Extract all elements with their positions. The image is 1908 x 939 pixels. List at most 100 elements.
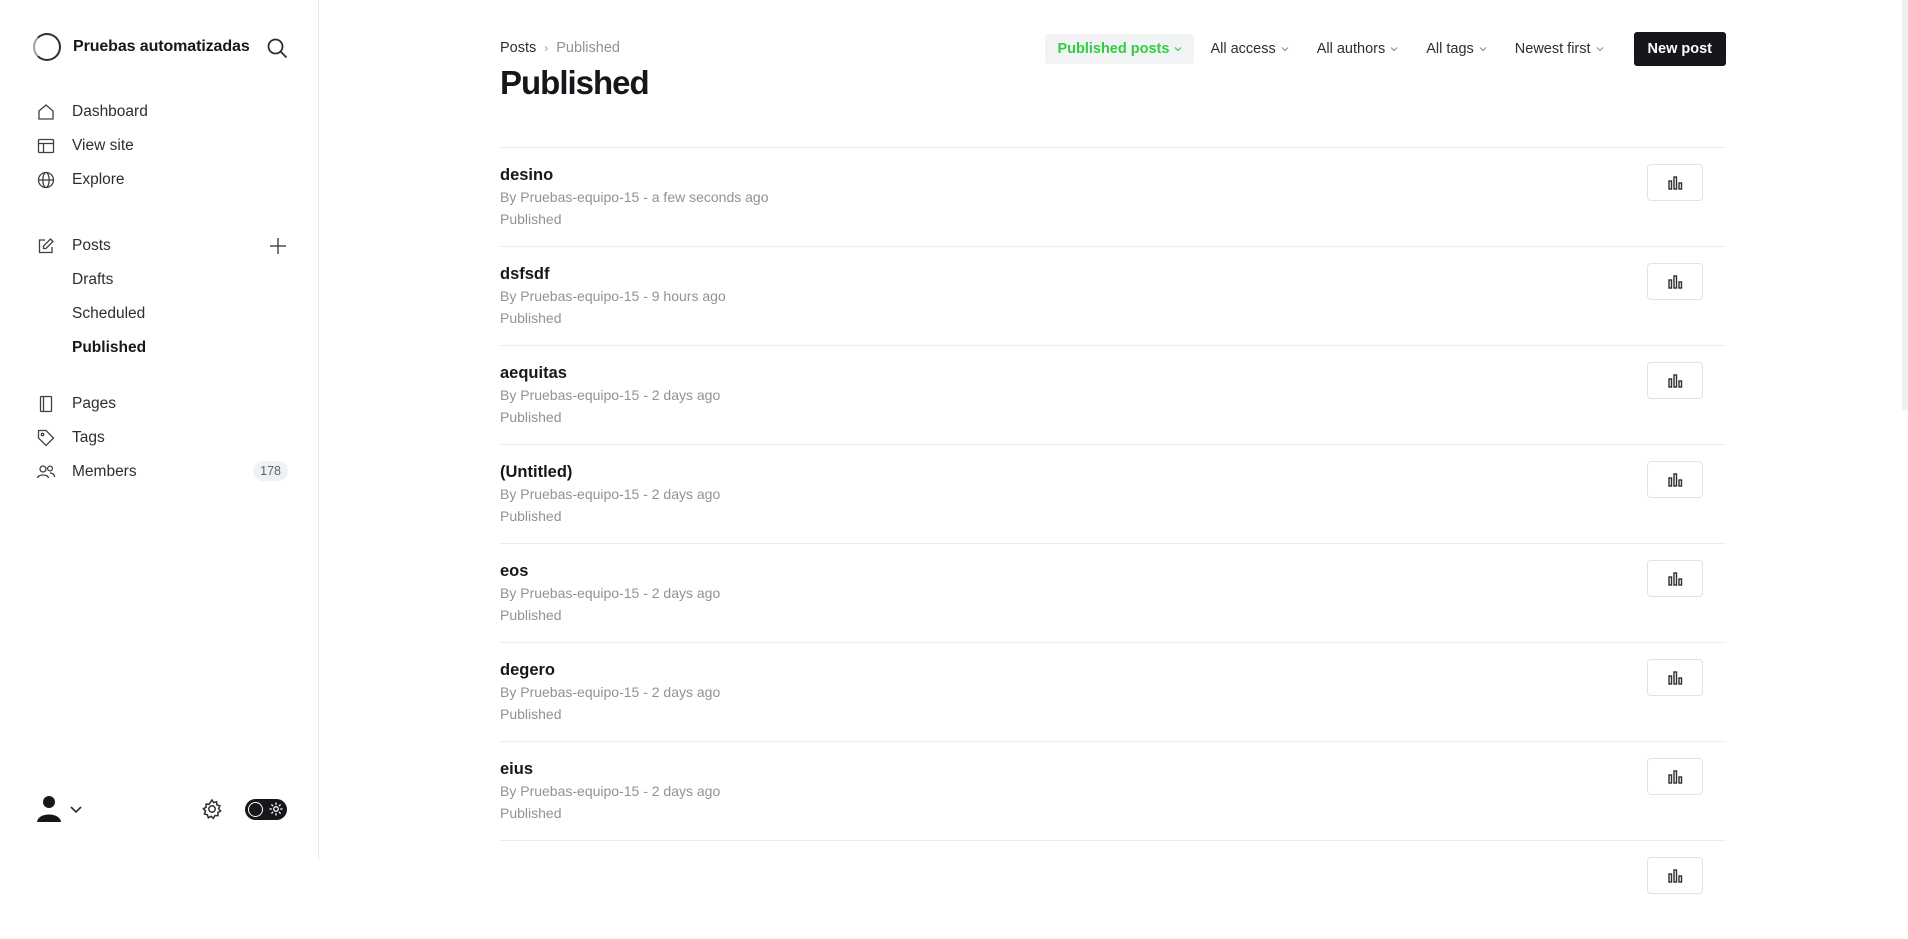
toggle-knob bbox=[248, 802, 263, 817]
bar-chart-icon bbox=[1668, 868, 1683, 883]
post-row[interactable]: eos By Pruebas-equipo-15 - 2 days ago Pu… bbox=[500, 543, 1726, 642]
sidebar-item-label: Drafts bbox=[72, 271, 114, 288]
plus-icon[interactable] bbox=[268, 236, 288, 256]
sidebar-item-label: Published bbox=[72, 339, 147, 356]
post-status: Published bbox=[500, 508, 562, 524]
chevron-down-icon bbox=[1175, 47, 1182, 52]
page-icon bbox=[39, 395, 53, 413]
analytics-button[interactable] bbox=[1647, 164, 1703, 201]
bar-chart-icon bbox=[1668, 175, 1683, 190]
site-name: Pruebas automatizadas bbox=[73, 38, 250, 55]
post-row[interactable]: eius By Pruebas-equipo-15 - 2 days ago P… bbox=[500, 741, 1726, 840]
sidebar-item-view-site[interactable]: View site bbox=[36, 129, 288, 163]
sidebar-item-label: Members bbox=[72, 463, 137, 480]
post-title[interactable]: aequitas bbox=[500, 364, 567, 383]
analytics-button[interactable] bbox=[1647, 263, 1703, 300]
post-status: Published bbox=[500, 706, 562, 722]
edit-icon bbox=[38, 238, 54, 254]
filter-access[interactable]: All access bbox=[1198, 34, 1300, 64]
bar-chart-icon bbox=[1668, 670, 1683, 685]
chevron-down-icon bbox=[1479, 47, 1487, 52]
post-row[interactable]: dsfsdf By Pruebas-equipo-15 - 9 hours ag… bbox=[500, 246, 1726, 345]
home-icon bbox=[38, 104, 54, 120]
filter-bar: Published posts All access All authors A… bbox=[1045, 32, 1726, 66]
globe-icon bbox=[37, 171, 55, 189]
user-icon bbox=[37, 796, 61, 822]
breadcrumb: Posts › Published bbox=[500, 40, 620, 56]
analytics-button[interactable] bbox=[1647, 857, 1703, 894]
sidebar-item-members[interactable]: Members 178 bbox=[36, 455, 288, 489]
sidebar-item-posts[interactable]: Posts bbox=[36, 229, 288, 263]
post-title[interactable]: eos bbox=[500, 562, 528, 581]
post-row[interactable]: degero By Pruebas-equipo-15 - 2 days ago… bbox=[500, 642, 1726, 741]
avatar[interactable] bbox=[33, 793, 65, 825]
bar-chart-icon bbox=[1668, 472, 1683, 487]
brand[interactable]: Pruebas automatizadas bbox=[33, 33, 250, 61]
post-title[interactable]: degero bbox=[500, 661, 555, 680]
filter-tags[interactable]: All tags bbox=[1414, 34, 1499, 64]
sidebar-item-pages[interactable]: Pages bbox=[36, 387, 288, 421]
bar-chart-icon bbox=[1668, 571, 1683, 586]
post-list: desino By Pruebas-equipo-15 - a few seco… bbox=[500, 147, 1726, 939]
theme-toggle[interactable] bbox=[245, 799, 287, 820]
post-title[interactable]: (Untitled) bbox=[500, 463, 572, 482]
tag-icon bbox=[37, 429, 55, 447]
post-meta: By Pruebas-equipo-15 - 2 days ago bbox=[500, 585, 721, 601]
sidebar-item-explore[interactable]: Explore bbox=[36, 163, 288, 197]
sidebar-footer bbox=[33, 792, 287, 826]
primary-nav: Dashboard View site Explore bbox=[36, 95, 288, 197]
post-status: Published bbox=[500, 607, 562, 623]
sidebar-item-drafts[interactable]: Drafts bbox=[36, 263, 288, 297]
bar-chart-icon bbox=[1668, 373, 1683, 388]
post-status: Published bbox=[500, 409, 562, 425]
post-title[interactable]: eius bbox=[500, 760, 533, 779]
bar-chart-icon bbox=[1668, 769, 1683, 784]
post-row[interactable] bbox=[500, 840, 1726, 939]
layout-icon bbox=[37, 138, 55, 154]
breadcrumb-posts-link[interactable]: Posts bbox=[500, 40, 536, 56]
chevron-down-icon bbox=[1390, 47, 1398, 52]
page-title: Published bbox=[500, 64, 650, 101]
sidebar-item-label: Scheduled bbox=[72, 305, 146, 322]
post-status: Published bbox=[500, 211, 562, 227]
post-status: Published bbox=[500, 805, 562, 821]
post-row[interactable]: aequitas By Pruebas-equipo-15 - 2 days a… bbox=[500, 345, 1726, 444]
post-meta: By Pruebas-equipo-15 - 2 days ago bbox=[500, 684, 721, 700]
analytics-button[interactable] bbox=[1647, 362, 1703, 399]
site-logo-icon bbox=[33, 33, 61, 61]
analytics-button[interactable] bbox=[1647, 560, 1703, 597]
sidebar-item-label: Dashboard bbox=[72, 103, 148, 120]
filter-label: All authors bbox=[1316, 41, 1386, 57]
chevron-down-icon bbox=[1281, 47, 1289, 52]
search-icon[interactable] bbox=[266, 37, 288, 59]
post-row[interactable]: desino By Pruebas-equipo-15 - a few seco… bbox=[500, 147, 1726, 246]
analytics-button[interactable] bbox=[1647, 461, 1703, 498]
members-icon bbox=[36, 465, 56, 479]
post-meta: By Pruebas-equipo-15 - 2 days ago bbox=[500, 387, 721, 403]
posts-nav: Posts Drafts Scheduled Published bbox=[36, 229, 288, 365]
filter-sort[interactable]: Newest first bbox=[1503, 34, 1616, 64]
secondary-nav: Pages Tags Members 178 bbox=[36, 387, 288, 489]
sidebar-item-scheduled[interactable]: Scheduled bbox=[36, 297, 288, 331]
sidebar-item-published[interactable]: Published bbox=[36, 331, 288, 365]
sidebar-item-label: Explore bbox=[72, 171, 125, 188]
chevron-down-icon[interactable] bbox=[69, 802, 83, 816]
sidebar-item-label: View site bbox=[72, 137, 134, 154]
scrollbar[interactable] bbox=[1902, 0, 1908, 410]
post-meta: By Pruebas-equipo-15 - 2 days ago bbox=[500, 486, 721, 502]
gear-icon[interactable] bbox=[201, 798, 223, 820]
post-title[interactable]: dsfsdf bbox=[500, 265, 550, 284]
sidebar-item-tags[interactable]: Tags bbox=[36, 421, 288, 455]
new-post-button[interactable]: New post bbox=[1633, 32, 1726, 66]
filter-authors[interactable]: All authors bbox=[1305, 34, 1411, 64]
post-title[interactable]: desino bbox=[500, 166, 553, 185]
filter-type[interactable]: Published posts bbox=[1045, 34, 1195, 64]
filter-label: Published posts bbox=[1057, 41, 1170, 57]
analytics-button[interactable] bbox=[1647, 659, 1703, 696]
filter-label: All access bbox=[1210, 41, 1276, 57]
sidebar-item-dashboard[interactable]: Dashboard bbox=[36, 95, 288, 129]
analytics-button[interactable] bbox=[1647, 758, 1703, 795]
chevron-down-icon bbox=[1596, 47, 1603, 52]
post-row[interactable]: (Untitled) By Pruebas-equipo-15 - 2 days… bbox=[500, 444, 1726, 543]
bar-chart-icon bbox=[1668, 274, 1683, 289]
